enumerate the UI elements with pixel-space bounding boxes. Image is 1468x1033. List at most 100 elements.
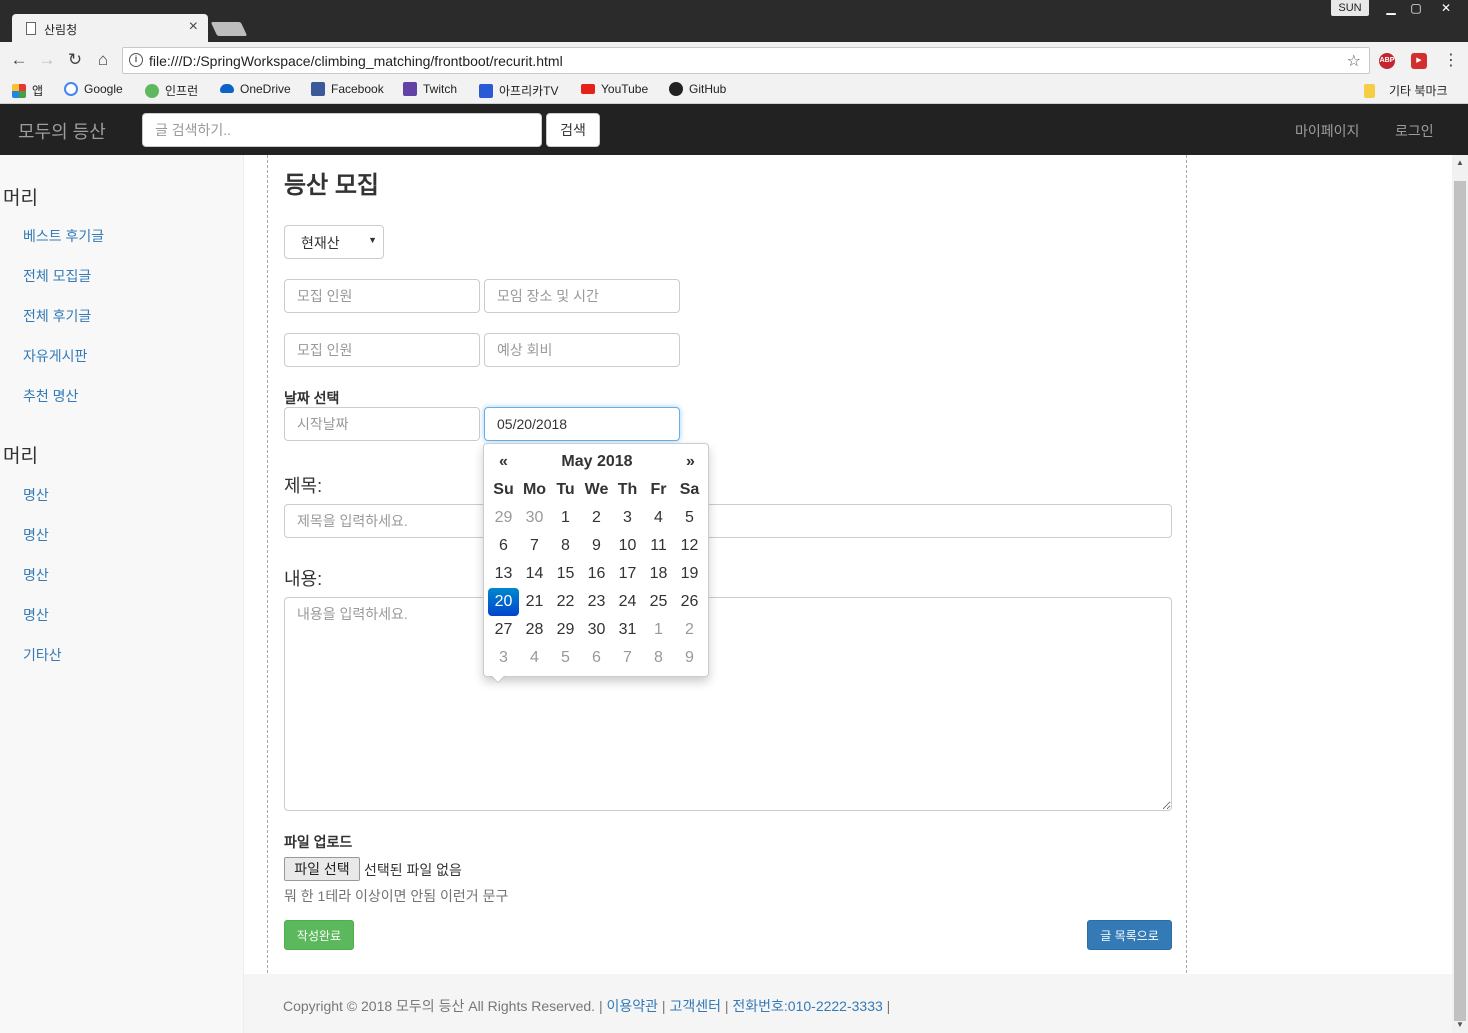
prev-month-button[interactable]: « <box>488 448 519 476</box>
recruit-count-input[interactable] <box>284 279 480 313</box>
page-scrollbar[interactable]: ▲ ▼ <box>1452 155 1468 1033</box>
bookmark-github[interactable]: GitHub <box>669 82 726 96</box>
day-cell[interactable]: 15 <box>550 560 581 588</box>
day-cell[interactable]: 14 <box>519 560 550 588</box>
bookmark-other[interactable]: 기타 북마크 <box>1364 82 1448 99</box>
search-input[interactable] <box>142 113 542 147</box>
bookmark-facebook[interactable]: Facebook <box>311 82 384 96</box>
day-cell[interactable]: 25 <box>643 588 674 616</box>
day-cell[interactable]: 13 <box>488 560 519 588</box>
day-cell[interactable]: 5 <box>550 644 581 672</box>
day-cell[interactable]: 2 <box>674 616 705 644</box>
day-cell[interactable]: 17 <box>612 560 643 588</box>
day-cell[interactable]: 23 <box>581 588 612 616</box>
mypage-link[interactable]: 마이페이지 <box>1295 121 1359 141</box>
day-cell[interactable]: 11 <box>643 532 674 560</box>
phone-link[interactable]: 전화번호:010-2222-3333 <box>732 998 882 1014</box>
end-date-input[interactable] <box>484 407 680 441</box>
day-cell[interactable]: 3 <box>612 504 643 532</box>
bookmark-apps[interactable]: 앱 <box>12 82 43 99</box>
sidebar-item-mountain[interactable]: 명산 <box>23 485 49 505</box>
bookmark-twitch[interactable]: Twitch <box>403 82 457 96</box>
day-cell[interactable]: 4 <box>519 644 550 672</box>
day-cell[interactable]: 29 <box>488 504 519 532</box>
day-cell[interactable]: 22 <box>550 588 581 616</box>
bookmark-youtube[interactable]: YouTube <box>581 82 648 96</box>
day-cell[interactable]: 29 <box>550 616 581 644</box>
window-close-icon[interactable]: ✕ <box>1432 0 1460 18</box>
search-button[interactable]: 검색 <box>546 113 600 147</box>
day-cell[interactable]: 7 <box>519 532 550 560</box>
bookmark-google[interactable]: Google <box>64 82 123 96</box>
bookmark-onedrive[interactable]: OneDrive <box>220 82 291 96</box>
day-cell[interactable]: 19 <box>674 560 705 588</box>
selected-day[interactable]: 20 <box>488 588 519 616</box>
brand-logo[interactable]: 모두의 등산 <box>18 118 106 144</box>
meeting-place-input[interactable] <box>484 279 680 313</box>
day-cell[interactable]: 6 <box>581 644 612 672</box>
day-cell[interactable]: 26 <box>674 588 705 616</box>
day-cell[interactable]: 6 <box>488 532 519 560</box>
adblock-icon[interactable]: ABP <box>1379 53 1395 69</box>
scroll-thumb[interactable] <box>1454 181 1466 1021</box>
extension-icon[interactable]: ▶ <box>1411 53 1427 69</box>
home-icon[interactable]: ⌂ <box>92 50 114 70</box>
day-cell[interactable]: 3 <box>488 644 519 672</box>
browser-tab[interactable]: 산림청 × <box>12 14 208 43</box>
new-tab-button[interactable] <box>210 22 248 36</box>
minimize-icon[interactable]: ▁ <box>1377 0 1405 18</box>
scroll-up-icon[interactable]: ▲ <box>1452 155 1468 171</box>
sidebar-item-best-reviews[interactable]: 베스트 후기글 <box>23 226 104 246</box>
bookmark-star-icon[interactable]: ☆ <box>1347 51 1361 71</box>
day-cell[interactable]: 5 <box>674 504 705 532</box>
day-cell[interactable]: 8 <box>550 532 581 560</box>
day-cell[interactable]: 2 <box>581 504 612 532</box>
day-cell[interactable]: 9 <box>674 644 705 672</box>
day-cell[interactable]: 31 <box>612 616 643 644</box>
day-cell[interactable]: 4 <box>643 504 674 532</box>
sidebar-item-free-board[interactable]: 자유게시판 <box>23 346 87 366</box>
reload-icon[interactable]: ↻ <box>64 50 86 70</box>
day-cell[interactable]: 27 <box>488 616 519 644</box>
day-cell[interactable]: 18 <box>643 560 674 588</box>
day-cell[interactable]: 9 <box>581 532 612 560</box>
day-cell[interactable]: 30 <box>581 616 612 644</box>
sidebar-item-all-reviews[interactable]: 전체 후기글 <box>23 306 91 326</box>
close-tab-icon[interactable]: × <box>189 18 198 36</box>
bookmark-afreecatv[interactable]: 아프리카TV <box>479 82 559 99</box>
day-cell[interactable]: 28 <box>519 616 550 644</box>
day-cell[interactable]: 30 <box>519 504 550 532</box>
menu-dots-icon[interactable]: ⋮ <box>1440 50 1462 70</box>
terms-link[interactable]: 이용약관 <box>606 998 658 1014</box>
content-textarea[interactable] <box>284 597 1172 811</box>
mountain-select[interactable]: 현재산 ▼ <box>284 225 384 259</box>
support-link[interactable]: 고객센터 <box>669 998 721 1014</box>
address-bar[interactable]: i file:///D:/SpringWorkspace/climbing_ma… <box>122 47 1370 74</box>
file-select-button[interactable]: 파일 선택 <box>284 857 360 881</box>
back-to-list-button[interactable]: 글 목록으로 <box>1087 920 1172 950</box>
sidebar-item-mountain[interactable]: 명산 <box>23 525 49 545</box>
back-icon[interactable]: ← <box>8 50 30 70</box>
day-cell[interactable]: 1 <box>550 504 581 532</box>
day-cell[interactable]: 12 <box>674 532 705 560</box>
sidebar-item-recommended[interactable]: 추천 명산 <box>23 386 78 406</box>
next-month-button[interactable]: » <box>675 448 706 476</box>
month-label[interactable]: May 2018 <box>519 448 675 476</box>
expected-fee-input[interactable] <box>484 333 680 367</box>
day-cell[interactable]: 10 <box>612 532 643 560</box>
maximize-icon[interactable]: ▢ <box>1402 0 1430 18</box>
scroll-down-icon[interactable]: ▼ <box>1452 1017 1468 1033</box>
profile-badge[interactable]: SUN <box>1331 0 1369 16</box>
sidebar-item-other-mountain[interactable]: 기타산 <box>23 645 62 665</box>
login-link[interactable]: 로그인 <box>1395 121 1434 141</box>
day-cell[interactable]: 16 <box>581 560 612 588</box>
bookmark-inflearn[interactable]: 인프런 <box>145 82 198 99</box>
info-icon[interactable]: i <box>129 53 143 67</box>
sidebar-item-mountain[interactable]: 명산 <box>23 605 49 625</box>
day-cell[interactable]: 24 <box>612 588 643 616</box>
recruit-count-input-2[interactable] <box>284 333 480 367</box>
day-cell[interactable]: 8 <box>643 644 674 672</box>
start-date-input[interactable] <box>284 407 480 441</box>
sidebar-item-all-recruits[interactable]: 전체 모집글 <box>23 266 91 286</box>
day-cell[interactable]: 7 <box>612 644 643 672</box>
